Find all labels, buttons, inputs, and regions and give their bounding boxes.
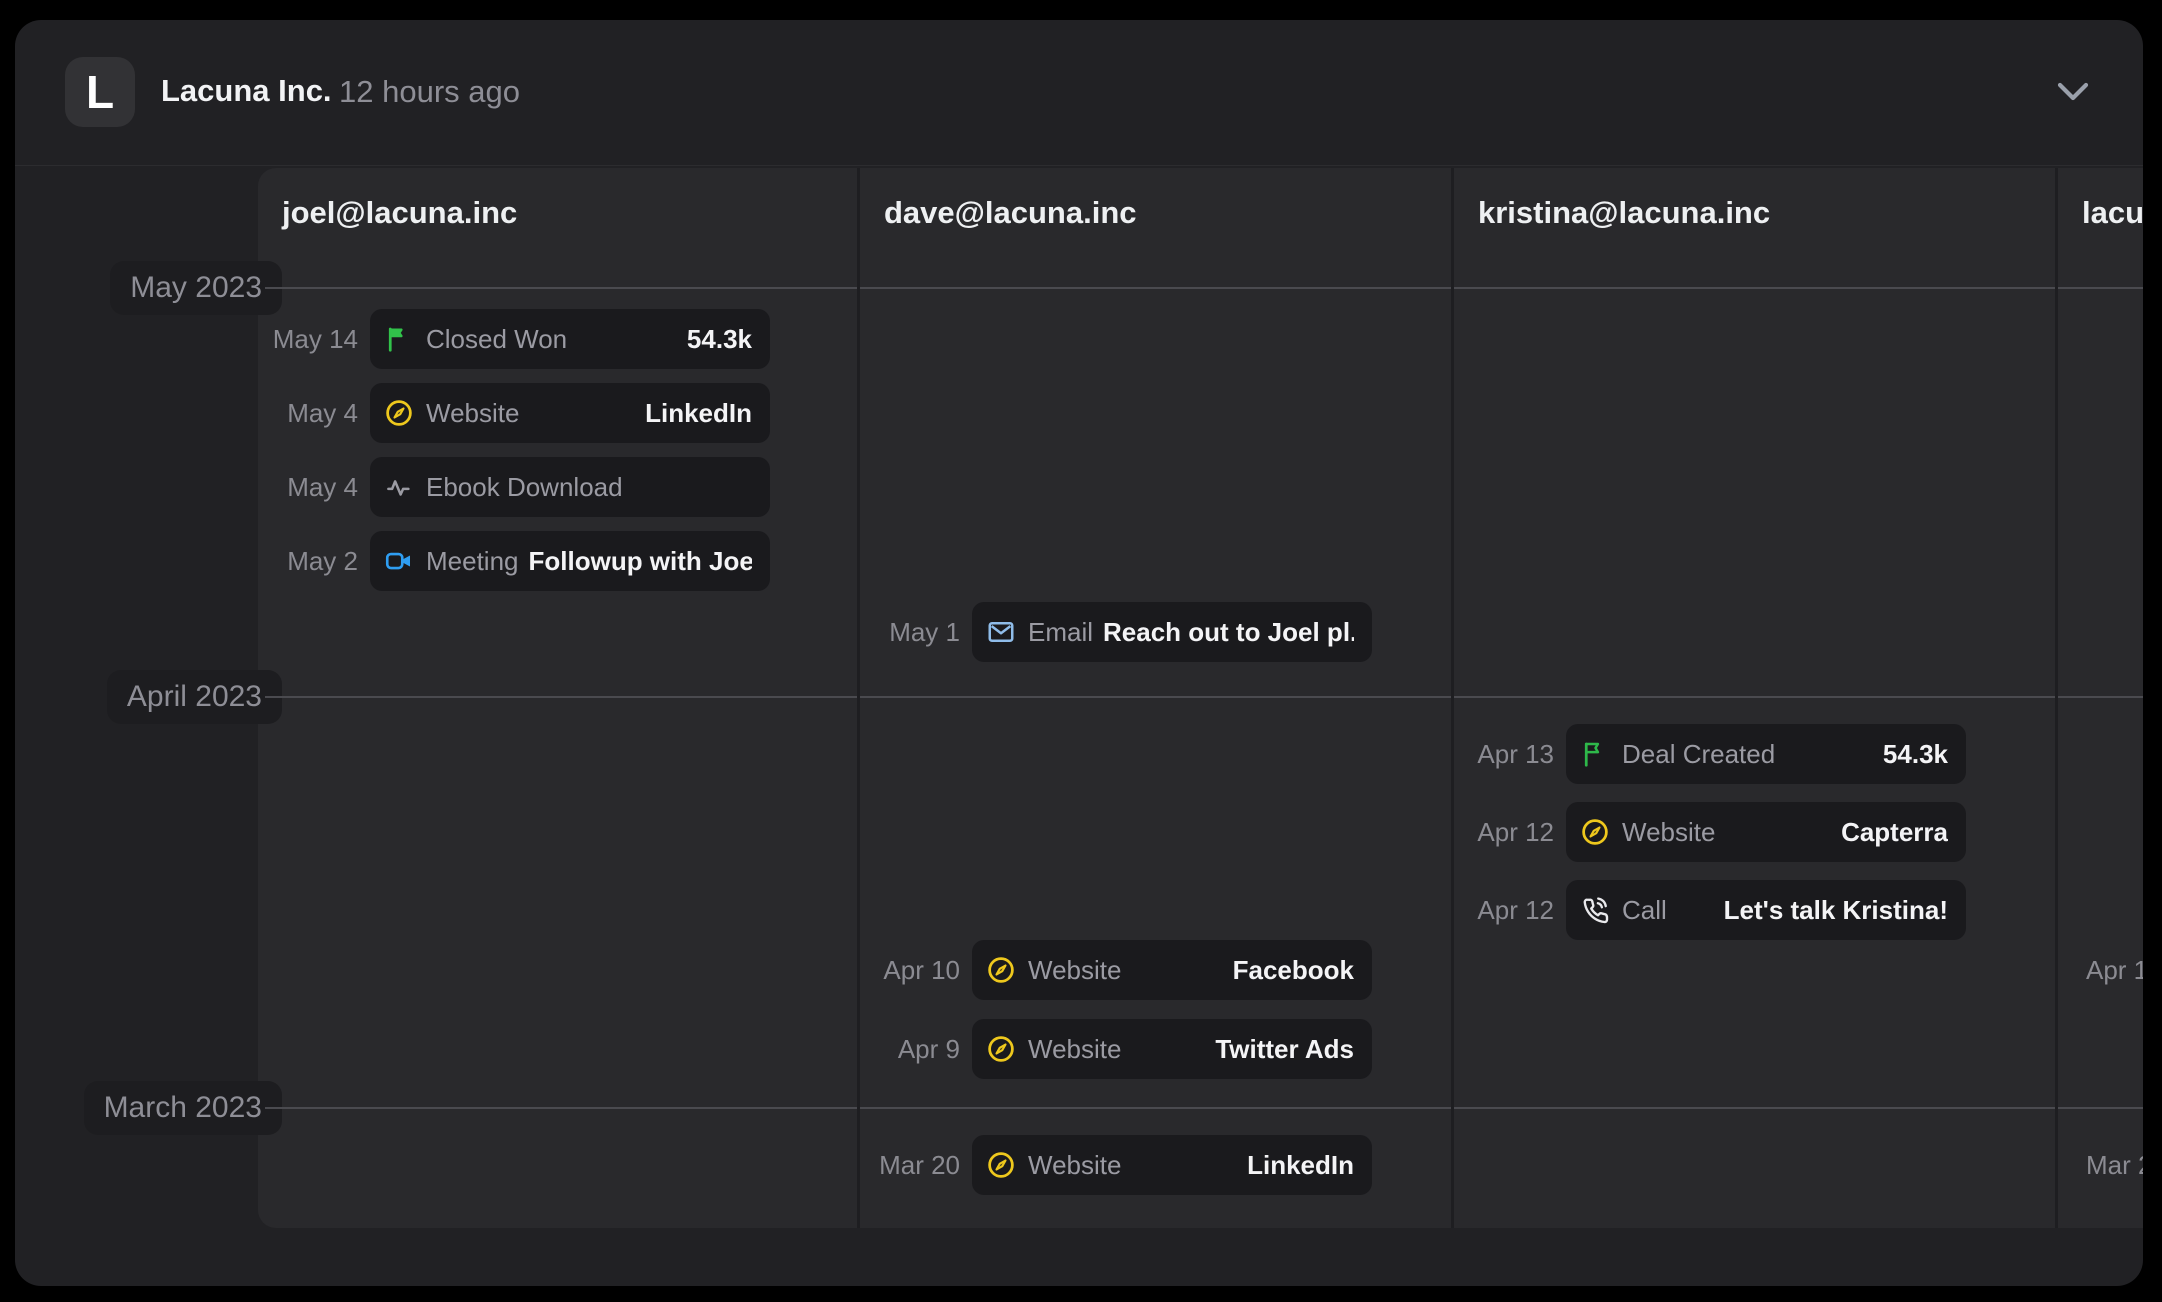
timeline-event[interactable]: May 4 Website LinkedIn bbox=[258, 383, 857, 443]
timeline-event[interactable]: May 14 Closed Won 54.3k bbox=[258, 309, 857, 369]
event-value: 54.3k bbox=[1785, 739, 1948, 770]
event-date: Mar 20 bbox=[860, 1135, 960, 1195]
event-date: May 2 bbox=[258, 531, 358, 591]
month-label: March 2023 bbox=[104, 1091, 262, 1124]
event-value: Facebook bbox=[1131, 955, 1354, 986]
envelope-icon bbox=[986, 617, 1016, 647]
column-header-email[interactable]: lacuna.inc bbox=[2082, 190, 2143, 236]
event-type: Website bbox=[1028, 1034, 1121, 1065]
flag-outline-icon bbox=[1580, 739, 1610, 769]
event-type: Website bbox=[1622, 817, 1715, 848]
event-pill[interactable]: Website LinkedIn bbox=[972, 1135, 1372, 1195]
contact-column: joel@lacuna.incMay 14 Closed Won54.3kMay… bbox=[258, 168, 857, 1228]
event-date: May 4 bbox=[258, 457, 358, 517]
event-pill[interactable]: Email Reach out to Joel pl... bbox=[972, 602, 1372, 662]
event-pill[interactable]: Meeting Followup with Joel bbox=[370, 531, 770, 591]
company-logo-letter: L bbox=[86, 65, 114, 119]
compass-icon bbox=[384, 398, 414, 428]
activity-icon bbox=[384, 472, 414, 502]
month-label: May 2023 bbox=[130, 271, 262, 304]
column-header-email[interactable]: kristina@lacuna.inc bbox=[1478, 190, 1770, 236]
event-value: Reach out to Joel pl... bbox=[1103, 617, 1354, 648]
event-date: Mar 20 bbox=[2086, 1135, 2143, 1195]
header-divider bbox=[15, 165, 2143, 166]
last-activity-timestamp: 12 hours ago bbox=[339, 74, 520, 110]
contact-column: dave@lacuna.inc May 1 Email Reach out to J… bbox=[857, 168, 1451, 1228]
event-type: Call bbox=[1622, 895, 1667, 926]
event-type: Website bbox=[1028, 1150, 1121, 1181]
timeline-event: Mar 20 bbox=[2058, 1135, 2143, 1195]
month-notch: April 2023 bbox=[107, 670, 282, 724]
event-date: May 14 bbox=[258, 309, 358, 369]
event-date: Apr 12 bbox=[1454, 802, 1554, 862]
event-date: Apr 13 bbox=[1454, 724, 1554, 784]
event-value: 54.3k bbox=[577, 324, 752, 355]
column-header-email[interactable]: joel@lacuna.inc bbox=[282, 190, 517, 236]
event-type: Ebook Download bbox=[426, 472, 623, 503]
event-type: Meeting bbox=[426, 546, 519, 577]
event-date: May 4 bbox=[258, 383, 358, 443]
chevron-down-icon[interactable] bbox=[2055, 81, 2091, 103]
company-card: L Lacuna Inc. 12 hours ago May 2023 April… bbox=[15, 20, 2143, 1286]
company-name: Lacuna Inc. bbox=[161, 73, 332, 109]
event-value: Let's talk Kristina! bbox=[1677, 895, 1948, 926]
timeline-event[interactable]: Apr 13 Deal Created 54.3k bbox=[1454, 724, 2055, 784]
timeline-event[interactable]: May 2 Meeting Followup with Joel bbox=[258, 531, 857, 591]
timeline-event[interactable]: May 1 Email Reach out to Joel pl... bbox=[860, 602, 1451, 662]
event-type: Closed Won bbox=[426, 324, 567, 355]
event-value: Capterra bbox=[1725, 817, 1948, 848]
flag-filled-icon bbox=[384, 324, 414, 354]
compass-icon bbox=[986, 955, 1016, 985]
month-notch: May 2023 bbox=[110, 261, 282, 315]
event-pill[interactable]: Website Capterra bbox=[1566, 802, 1966, 862]
page-background: L Lacuna Inc. 12 hours ago May 2023 April… bbox=[0, 0, 2162, 1302]
event-pill[interactable]: Website LinkedIn bbox=[370, 383, 770, 443]
company-logo: L bbox=[65, 57, 135, 127]
event-pill[interactable]: Website Facebook bbox=[972, 940, 1372, 1000]
month-notch: March 2023 bbox=[84, 1081, 282, 1135]
event-pill[interactable]: Closed Won 54.3k bbox=[370, 309, 770, 369]
timeline-event[interactable]: Apr 12 Website Capterra bbox=[1454, 802, 2055, 862]
timeline-event[interactable]: Mar 20 Website LinkedIn bbox=[860, 1135, 1451, 1195]
phone-icon bbox=[1580, 895, 1610, 925]
event-date: Apr 10 bbox=[860, 940, 960, 1000]
event-date: Apr 10 bbox=[2086, 940, 2143, 1000]
event-value: LinkedIn bbox=[529, 398, 752, 429]
event-value: Twitter Ads bbox=[1131, 1034, 1354, 1065]
event-type: Website bbox=[426, 398, 519, 429]
timeline-event[interactable]: Apr 12 Call Let's talk Kristina! bbox=[1454, 880, 2055, 940]
timeline-event[interactable]: Apr 10 Website Facebook bbox=[860, 940, 1451, 1000]
event-pill[interactable]: Call Let's talk Kristina! bbox=[1566, 880, 1966, 940]
contact-column: lacuna.inc Apr 10 Mar 20 bbox=[2055, 168, 2143, 1228]
event-pill[interactable]: Website Twitter Ads bbox=[972, 1019, 1372, 1079]
month-label: April 2023 bbox=[127, 680, 262, 713]
contact-column: kristina@lacuna.inc Apr 13 Deal Created 54… bbox=[1451, 168, 2055, 1228]
compass-icon bbox=[986, 1150, 1016, 1180]
event-date: Apr 9 bbox=[860, 1019, 960, 1079]
timeline-event[interactable]: Apr 9 Website Twitter Ads bbox=[860, 1019, 1451, 1079]
event-type: Website bbox=[1028, 955, 1121, 986]
event-pill[interactable]: Deal Created 54.3k bbox=[1566, 724, 1966, 784]
video-icon bbox=[384, 546, 414, 576]
compass-icon bbox=[1580, 817, 1610, 847]
event-pill[interactable]: Ebook Download bbox=[370, 457, 770, 517]
event-type: Deal Created bbox=[1622, 739, 1775, 770]
event-date: May 1 bbox=[860, 602, 960, 662]
event-date: Apr 12 bbox=[1454, 880, 1554, 940]
event-value: Followup with Joel bbox=[529, 546, 753, 577]
event-type: Email bbox=[1028, 617, 1093, 648]
timeline-event: Apr 10 bbox=[2058, 940, 2143, 1000]
event-value: LinkedIn bbox=[1131, 1150, 1354, 1181]
timeline-event[interactable]: May 4 Ebook Download bbox=[258, 457, 857, 517]
column-header-email[interactable]: dave@lacuna.inc bbox=[884, 190, 1137, 236]
compass-icon bbox=[986, 1034, 1016, 1064]
